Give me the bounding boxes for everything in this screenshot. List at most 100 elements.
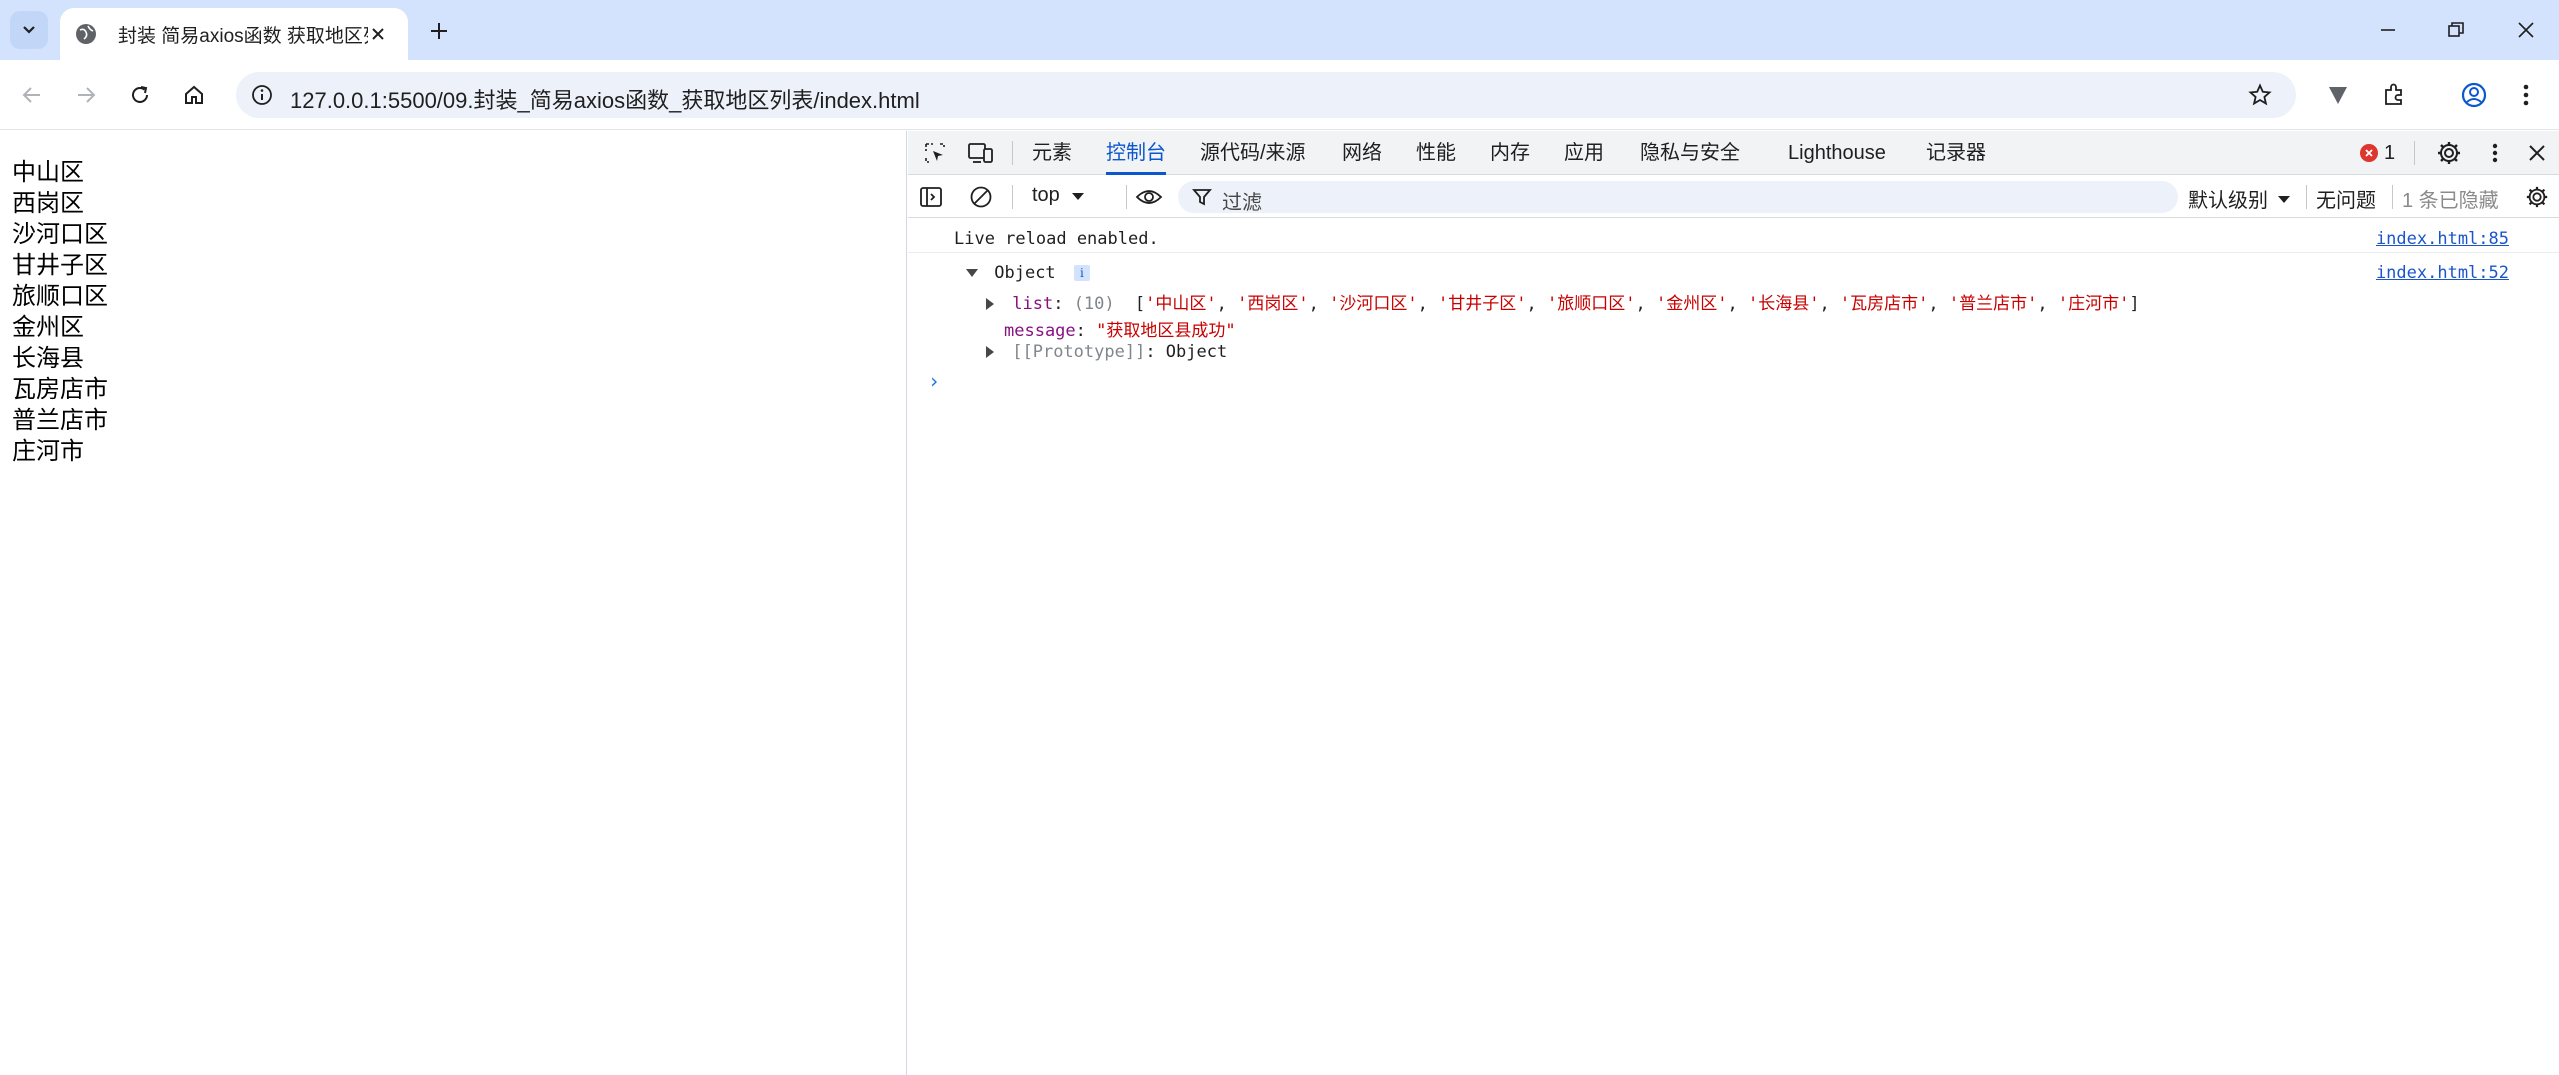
tab-application[interactable]: 应用: [1564, 131, 1604, 175]
profile-button[interactable]: [2456, 77, 2492, 113]
device-icon: [968, 143, 993, 163]
tab-elements[interactable]: 元素: [1032, 131, 1072, 175]
prototype-property[interactable]: [[Prototype]]: Object: [986, 342, 1227, 362]
arrow-right-icon: [78, 87, 96, 103]
tab-console[interactable]: 控制台: [1106, 131, 1166, 175]
plus-icon: [431, 23, 447, 39]
list-item: 庄河市: [12, 437, 84, 465]
region-list: 中山区 西岗区 沙河口区 甘井子区 旅顺口区 金州区 长海县 瓦房店市 普兰店市…: [12, 157, 108, 467]
minimize-button[interactable]: [2368, 10, 2408, 50]
sidebar-toggle-button[interactable]: [916, 182, 946, 212]
device-toolbar-button[interactable]: [966, 138, 996, 168]
array-item: '旅顺口区': [1547, 294, 1636, 314]
close-icon: [372, 28, 384, 40]
gear-icon: [2526, 186, 2548, 208]
object-header[interactable]: Object i: [966, 263, 1090, 283]
property-key: [[Prototype]]: [1012, 342, 1146, 362]
tab-title: 封装 简易axios函数 获取地区列表: [118, 25, 368, 47]
error-icon: [2360, 144, 2378, 162]
devtools-menu-button[interactable]: [2480, 138, 2510, 168]
console-settings-button[interactable]: [2522, 182, 2552, 212]
filter-icon: [1192, 189, 1212, 206]
browser-toolbar: 127.0.0.1:5500/09.封装_简易axios函数_获取地区列表/in…: [0, 60, 2559, 130]
list-item: 瓦房店市: [12, 375, 108, 403]
list-item: 金州区: [12, 313, 84, 341]
tab-sources[interactable]: 源代码/来源: [1200, 131, 1306, 175]
clear-console-button[interactable]: [966, 182, 996, 212]
close-window-button[interactable]: [2506, 10, 2546, 50]
object-label: Object: [994, 263, 1056, 283]
browser-tab-active[interactable]: 封装 简易axios函数 获取地区列表: [60, 8, 408, 60]
tab-close-button[interactable]: [364, 20, 392, 48]
levels-label: 默认级别: [2188, 190, 2268, 212]
devtools-settings-button[interactable]: [2434, 138, 2464, 168]
console-output: Live reload enabled. index.html:85 Objec…: [908, 219, 2559, 1075]
info-icon: i: [1073, 265, 1090, 281]
hidden-messages-count: 1 条已隐藏: [2402, 190, 2499, 212]
triangle-down-icon: [2278, 195, 2290, 203]
list-item: 长海县: [12, 344, 84, 372]
source-link[interactable]: index.html:85: [2376, 229, 2509, 249]
page-viewport: 中山区 西岗区 沙河口区 甘井子区 旅顺口区 金州区 长海县 瓦房店市 普兰店市…: [0, 131, 907, 1075]
extensions-menu-button[interactable]: [2376, 77, 2412, 113]
separator: [2306, 185, 2307, 209]
bookmark-button[interactable]: [2246, 81, 2274, 109]
reload-icon: [132, 86, 148, 103]
array-item: '沙河口区': [1329, 294, 1418, 314]
url-text[interactable]: 127.0.0.1:5500/09.封装_简易axios函数_获取地区列表/in…: [290, 83, 920, 115]
address-bar[interactable]: 127.0.0.1:5500/09.封装_简易axios函数_获取地区列表/in…: [236, 72, 2296, 118]
tab-privacy-security[interactable]: 隐私与安全: [1640, 131, 1740, 175]
console-prompt[interactable]: ›: [928, 369, 940, 393]
inspect-cursor-icon: [925, 143, 945, 163]
tab-lighthouse[interactable]: Lighthouse: [1788, 131, 1886, 175]
eye-icon: [1135, 190, 1163, 204]
property-key: message: [1004, 321, 1076, 341]
tab-performance[interactable]: 性能: [1416, 131, 1456, 175]
devtools-tab-bar: 元素 控制台 源代码/来源 网络 性能 内存 应用 隐私与安全 Lighthou…: [908, 131, 2559, 175]
devtools-close-button[interactable]: [2522, 138, 2552, 168]
console-message: Object i index.html:52 list: (10) ['中山区'…: [908, 253, 2559, 363]
home-button[interactable]: [174, 75, 214, 115]
gear-icon: [2438, 142, 2460, 164]
sidebar-icon: [920, 187, 942, 207]
context-selector[interactable]: top: [1032, 184, 1086, 207]
extension-button[interactable]: [2320, 77, 2356, 113]
globe-icon: [76, 24, 96, 44]
more-vertical-icon: [2492, 143, 2498, 163]
browser-menu-button[interactable]: [2508, 77, 2544, 113]
filter-placeholder: 过滤: [1222, 192, 1262, 214]
log-text: Live reload enabled.: [954, 229, 1159, 249]
minimize-icon: [2381, 29, 2395, 31]
home-icon: [185, 85, 203, 104]
list-item: 甘井子区: [12, 251, 108, 279]
list-property[interactable]: list: (10) ['中山区', '西岗区', '沙河口区', '甘井子区'…: [986, 289, 2140, 314]
site-info-button[interactable]: [248, 81, 276, 109]
new-tab-button[interactable]: [422, 14, 456, 48]
property-value: Object: [1165, 342, 1228, 362]
console-toolbar: top 过滤 默认级别 无问题 1 条已隐藏: [908, 176, 2559, 218]
reload-button[interactable]: [120, 75, 160, 115]
source-link[interactable]: index.html:52: [2376, 263, 2509, 283]
back-button[interactable]: [12, 75, 52, 115]
expand-caret-icon: [986, 346, 994, 358]
error-count-badge[interactable]: 1: [2360, 139, 2395, 167]
tab-recorder[interactable]: 记录器: [1926, 131, 1986, 175]
tab-network[interactable]: 网络: [1342, 131, 1382, 175]
more-vertical-icon: [2523, 84, 2529, 106]
arrow-left-icon: [22, 87, 40, 103]
live-expression-button[interactable]: [1134, 182, 1164, 212]
forward-button[interactable]: [66, 75, 106, 115]
close-icon: [2518, 22, 2534, 38]
restore-button[interactable]: [2436, 10, 2476, 50]
separator: [1012, 185, 1013, 209]
block-icon: [970, 186, 992, 208]
list-item: 旅顺口区: [12, 282, 108, 310]
separator: [1012, 141, 1013, 165]
issues-button[interactable]: 无问题: [2316, 184, 2376, 213]
log-levels-dropdown[interactable]: 默认级别: [2188, 184, 2292, 213]
tab-search-button[interactable]: [10, 11, 48, 49]
tab-memory[interactable]: 内存: [1490, 131, 1530, 175]
console-filter-input[interactable]: 过滤: [1178, 181, 2178, 214]
profile-icon: [2461, 82, 2487, 108]
inspect-element-button[interactable]: [920, 138, 950, 168]
